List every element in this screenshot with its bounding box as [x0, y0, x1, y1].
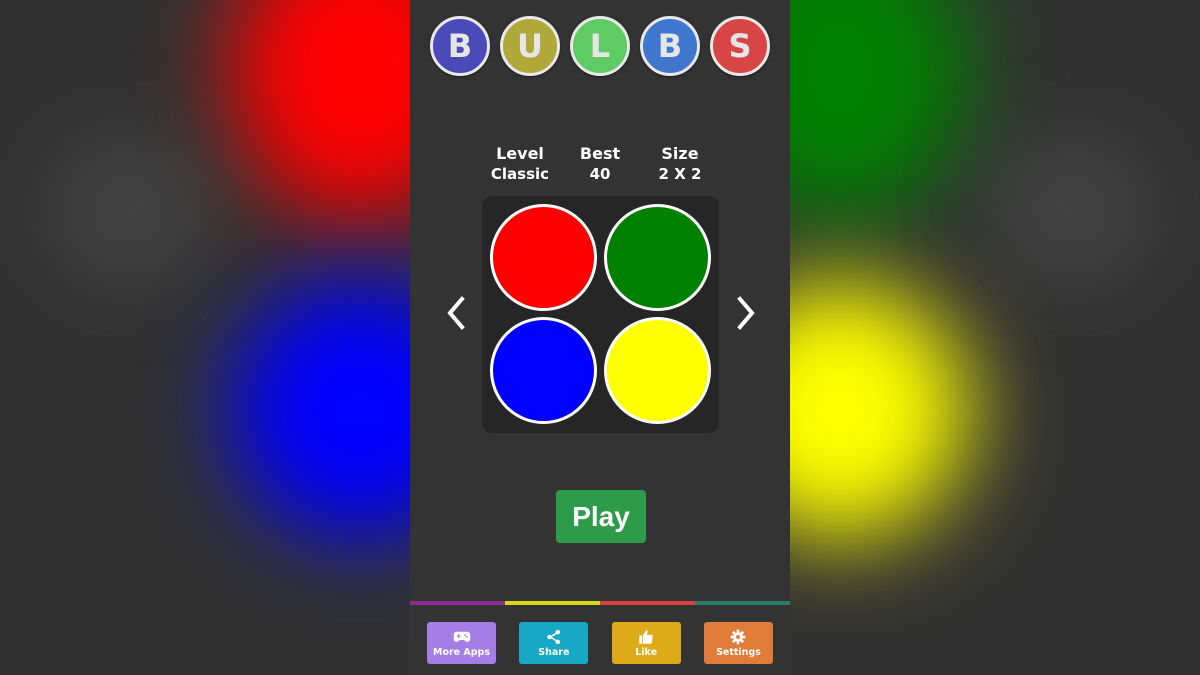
- settings-label: Settings: [716, 646, 761, 658]
- background-blob-blue: [230, 280, 410, 540]
- bulb-red[interactable]: [490, 204, 597, 311]
- bulb-blue[interactable]: [490, 317, 597, 424]
- chevron-right-icon: [737, 296, 755, 330]
- game-title: B U L B S: [410, 16, 790, 76]
- stat-best: Best 40: [560, 144, 640, 183]
- color-stripe: [410, 601, 790, 605]
- stat-best-value: 40: [589, 165, 611, 183]
- thumbs-up-icon: [639, 629, 653, 644]
- stripe-segment: [600, 601, 695, 605]
- share-button[interactable]: Share: [519, 622, 589, 664]
- stripe-segment: [505, 601, 600, 605]
- bulb-board: [482, 196, 719, 433]
- more-apps-button[interactable]: More Apps: [427, 622, 496, 664]
- background-blob-red: [230, 0, 410, 220]
- stats-panel: Level Classic Best 40 Size 2 X 2: [480, 144, 720, 183]
- background-blob-gray: [1000, 150, 1140, 270]
- title-letter: U: [500, 16, 560, 76]
- stripe-segment: [410, 601, 505, 605]
- like-button[interactable]: Like: [611, 622, 681, 664]
- bulb-green[interactable]: [604, 204, 711, 311]
- gamepad-icon: [453, 631, 470, 642]
- background-right: [790, 0, 1200, 675]
- bulb-yellow[interactable]: [604, 317, 711, 424]
- title-letter: B: [640, 16, 700, 76]
- play-button[interactable]: Play: [556, 490, 646, 543]
- share-icon: [547, 629, 560, 644]
- gear-icon: [731, 629, 746, 644]
- stat-size: Size 2 X 2: [640, 144, 720, 183]
- title-letter: S: [710, 16, 770, 76]
- previous-level-button[interactable]: [442, 293, 472, 333]
- stat-level-value: Classic: [490, 165, 550, 183]
- more-apps-label: More Apps: [432, 646, 491, 658]
- title-letter: L: [570, 16, 630, 76]
- background-left: [0, 0, 410, 675]
- background-blob-gray: [60, 150, 200, 270]
- chevron-left-icon: [447, 296, 465, 330]
- stat-size-value: 2 X 2: [658, 165, 702, 183]
- stat-size-label: Size: [661, 144, 699, 163]
- game-screen: B U L B S Level Classic Best 40 Size 2 X…: [410, 0, 790, 675]
- like-label: Like: [635, 646, 658, 658]
- background-blob-yellow: [790, 280, 970, 540]
- settings-button[interactable]: Settings: [703, 622, 773, 664]
- stat-level: Level Classic: [480, 144, 560, 183]
- title-letter: B: [430, 16, 490, 76]
- background-blob-green: [790, 0, 970, 220]
- bottom-toolbar: More Apps Share Like Settings: [427, 622, 773, 664]
- next-level-button[interactable]: [730, 293, 760, 333]
- stat-best-label: Best: [579, 144, 621, 163]
- share-label: Share: [538, 646, 570, 658]
- stat-level-label: Level: [496, 144, 544, 163]
- stripe-segment: [695, 601, 790, 605]
